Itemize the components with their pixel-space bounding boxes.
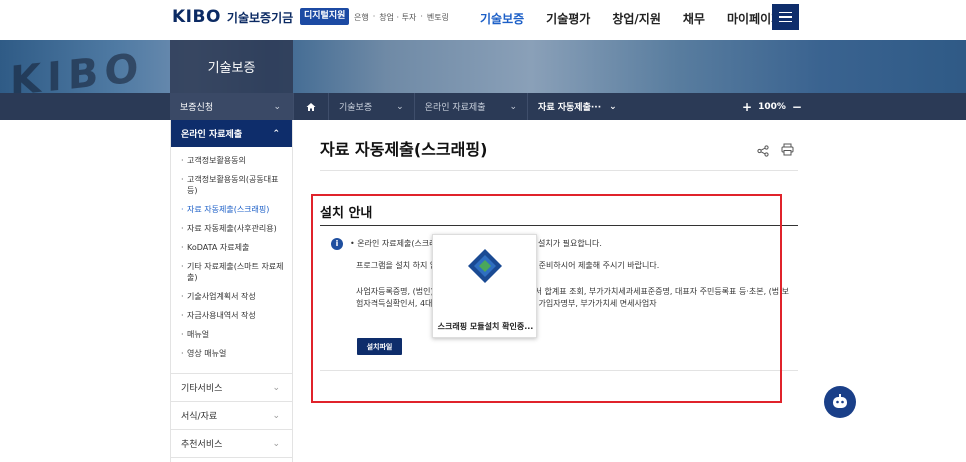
logo-mark: KIBO: [172, 7, 221, 27]
nav-startup-support[interactable]: 창업/지원: [612, 10, 661, 27]
sidebar-item[interactable]: 고객정보활용동의(공동대표등): [181, 174, 284, 196]
breadcrumb-guarantee-apply[interactable]: 보증신청 ⌄: [170, 93, 293, 120]
digital-support-badge[interactable]: 디지털지원: [300, 8, 350, 25]
chatbot-icon[interactable]: [824, 386, 856, 418]
home-icon[interactable]: [293, 93, 328, 120]
chevron-up-icon: ⌃: [272, 128, 280, 139]
chevron-down-icon: ⌄: [609, 101, 617, 112]
nav-debt[interactable]: 채무: [683, 10, 705, 27]
banner-title: 기술보증: [170, 40, 293, 93]
sub-links: 은행 · 창업 · 투자 · 벤토링: [354, 12, 449, 23]
zoom-in-icon[interactable]: +: [742, 100, 752, 114]
sidebar-section-recommended[interactable]: 추천서비스 ⌄: [171, 430, 292, 458]
main-nav: 기술보증 기술평가 창업/지원 채무 마이페이지: [480, 10, 782, 27]
zoom-level: 100%: [758, 101, 786, 112]
chevron-down-icon: ⌄: [273, 101, 281, 112]
sub-link-startup[interactable]: 창업 · 투자: [379, 12, 416, 23]
sidebar-item[interactable]: KoDATA 자료제출: [181, 242, 284, 253]
nav-tech-evaluation[interactable]: 기술평가: [546, 10, 590, 27]
chevron-down-icon: ⌄: [272, 382, 280, 393]
breadcrumb-tech-guarantee[interactable]: 기술보증 ⌄: [328, 93, 414, 120]
kibo-logo[interactable]: KIBO 기술보증기금: [172, 7, 294, 27]
logo-name: 기술보증기금: [226, 10, 294, 25]
chevron-down-icon: ⌄: [396, 101, 404, 112]
sidebar-item-selected[interactable]: 자료 자동제출(스크래핑): [181, 204, 284, 215]
sub-link-bank[interactable]: 은행: [354, 12, 369, 23]
divider: [320, 170, 798, 171]
sidebar-item[interactable]: 매뉴얼: [181, 329, 284, 340]
hero-banner: KIBO: [0, 40, 966, 93]
print-icon[interactable]: [781, 141, 794, 156]
highlight-box: [311, 194, 782, 403]
chevron-down-icon: ⌄: [272, 438, 280, 449]
chevron-down-icon: ⌄: [509, 101, 518, 112]
sidebar-item[interactable]: 기술사업계획서 작성: [181, 291, 284, 302]
sidebar-item[interactable]: 고객정보활용동의: [181, 155, 284, 166]
sub-link-ventoring[interactable]: 벤토링: [427, 12, 449, 23]
sidebar: 온라인 자료제출 ⌃ 고객정보활용동의 고객정보활용동의(공동대표등) 자료 자…: [170, 120, 293, 462]
nav-tech-guarantee[interactable]: 기술보증: [480, 10, 524, 27]
hamburger-icon[interactable]: [772, 4, 799, 30]
breadcrumb-auto-submission[interactable]: 자료 자동제출··· ⌄: [527, 93, 627, 120]
sidebar-section-forms[interactable]: 서식/자료 ⌄: [171, 402, 292, 430]
sidebar-item[interactable]: 영상 매뉴얼: [181, 348, 284, 359]
sidebar-section-online-submission[interactable]: 온라인 자료제출 ⌃: [171, 120, 292, 147]
site-header: KIBO 기술보증기금 디지털지원 은행 · 창업 · 투자 · 벤토링 기술보…: [0, 0, 966, 40]
breadcrumb-online-submission[interactable]: 온라인 자료제출 ⌄: [413, 93, 527, 120]
page-title: 자료 자동제출(스크래핑): [320, 140, 488, 159]
chevron-down-icon: ⌄: [272, 410, 280, 421]
zoom-control: + 100% −: [742, 93, 802, 120]
share-icon[interactable]: [757, 142, 769, 157]
sidebar-item[interactable]: 기타 자료제출(스마트 자료제출): [181, 261, 284, 283]
sidebar-section-other-services[interactable]: 기타서비스 ⌄: [171, 374, 292, 402]
sidebar-item[interactable]: 자료 자동제출(사후관리용): [181, 223, 284, 234]
sidebar-item[interactable]: 자금사용내역서 작성: [181, 310, 284, 321]
sidebar-sub-list: 고객정보활용동의 고객정보활용동의(공동대표등) 자료 자동제출(스크래핑) 자…: [171, 147, 292, 374]
zoom-out-icon[interactable]: −: [792, 100, 802, 114]
breadcrumb: 기술보증 ⌄ 온라인 자료제출 ⌄ 자료 자동제출··· ⌄: [293, 93, 627, 120]
banner-building-image: KIBO: [10, 44, 145, 93]
